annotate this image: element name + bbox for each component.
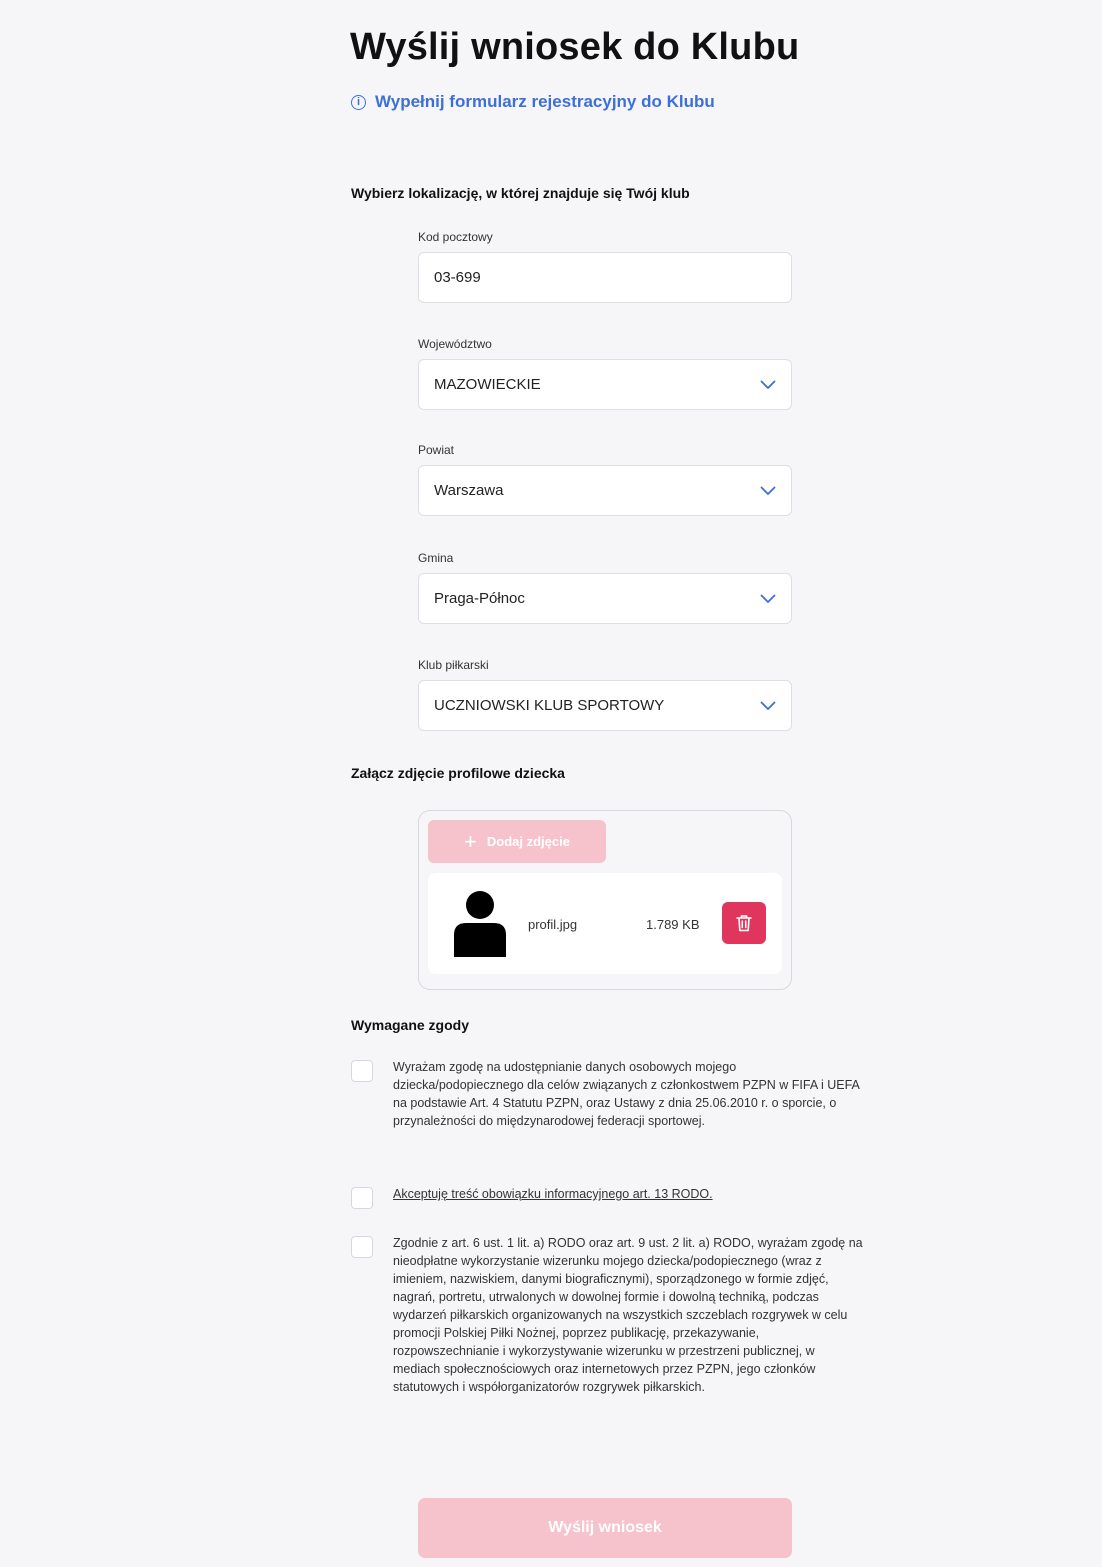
file-name: profil.jpg [528, 917, 578, 932]
postal-code-field: Kod pocztowy 03-699 [418, 230, 792, 303]
consent-checkbox-data-sharing[interactable] [351, 1060, 373, 1082]
uploaded-file-card: profil.jpg 1.789 KB [428, 873, 782, 974]
postal-code-input[interactable]: 03-699 [418, 252, 792, 303]
club-label: Klub piłkarski [418, 658, 489, 672]
page-title: Wyślij wniosek do Klubu [350, 26, 800, 68]
chevron-down-icon [760, 380, 776, 389]
voivodeship-select[interactable]: MAZOWIECKIE [418, 359, 792, 410]
commune-label: Gmina [418, 551, 454, 565]
plus-icon: + [464, 828, 477, 854]
consent-text-data-sharing: Wyrażam zgodę na udostępnianie danych os… [393, 1060, 860, 1128]
consent-link-rodo-info[interactable]: Akceptuję treść obowiązku informacyjnego… [393, 1185, 863, 1203]
trash-icon [736, 915, 752, 932]
club-field: Klub piłkarski UCZNIOWSKI KLUB SPORTOWY [418, 658, 792, 731]
photo-upload-panel: + Dodaj zdjęcie profil.jpg 1.789 KB [418, 810, 792, 990]
commune-field: Gmina Praga-Północ [418, 551, 792, 624]
voivodeship-field: Województwo MAZOWIECKIE [418, 337, 792, 410]
submit-application-button[interactable]: Wyślij wniosek [418, 1498, 792, 1558]
registration-form-page: Wyślij wniosek do Klubu i Wypełnij formu… [0, 0, 1102, 1567]
commune-select[interactable]: Praga-Północ [418, 573, 792, 624]
delete-file-button[interactable] [722, 902, 766, 944]
postal-code-value: 03-699 [434, 269, 481, 286]
add-photo-button[interactable]: + Dodaj zdjęcie [428, 820, 606, 863]
voivodeship-label: Województwo [418, 337, 492, 351]
consents-section-heading: Wymagane zgody [351, 1017, 469, 1033]
location-section-heading: Wybierz lokalizację, w której znajduje s… [351, 185, 690, 201]
county-field: Powiat Warszawa [418, 443, 792, 516]
club-value: UCZNIOWSKI KLUB SPORTOWY [434, 697, 665, 714]
consent-checkbox-rodo-info[interactable] [351, 1187, 373, 1209]
consent-item-data-sharing: Wyrażam zgodę na udostępnianie danych os… [351, 1058, 871, 1158]
photo-section-heading: Załącz zdjęcie profilowe dziecka [351, 765, 565, 781]
consent-checkbox-image-use[interactable] [351, 1236, 373, 1258]
chevron-down-icon [760, 486, 776, 495]
club-select[interactable]: UCZNIOWSKI KLUB SPORTOWY [418, 680, 792, 731]
chevron-down-icon [760, 701, 776, 710]
voivodeship-value: MAZOWIECKIE [434, 376, 541, 393]
consent-text-image-use: Zgodnie z art. 6 ust. 1 lit. a) RODO ora… [393, 1236, 863, 1394]
add-photo-label: Dodaj zdjęcie [486, 834, 570, 849]
postal-code-label: Kod pocztowy [418, 230, 493, 244]
commune-value: Praga-Północ [434, 590, 525, 607]
info-icon: i [351, 94, 366, 110]
consent-item-image-use: Zgodnie z art. 6 ust. 1 lit. a) RODO ora… [351, 1234, 871, 1464]
county-value: Warszawa [434, 482, 504, 499]
subtitle-text: Wypełnij formularz rejestracyjny do Klub… [375, 92, 715, 111]
file-size: 1.789 KB [646, 917, 700, 932]
chevron-down-icon [760, 594, 776, 603]
person-silhouette-icon [454, 891, 506, 957]
consent-item-rodo-info: Akceptuję treść obowiązku informacyjnego… [351, 1185, 871, 1211]
county-select[interactable]: Warszawa [418, 465, 792, 516]
form-info-link[interactable]: i Wypełnij formularz rejestracyjny do Kl… [351, 92, 715, 112]
county-label: Powiat [418, 443, 455, 457]
